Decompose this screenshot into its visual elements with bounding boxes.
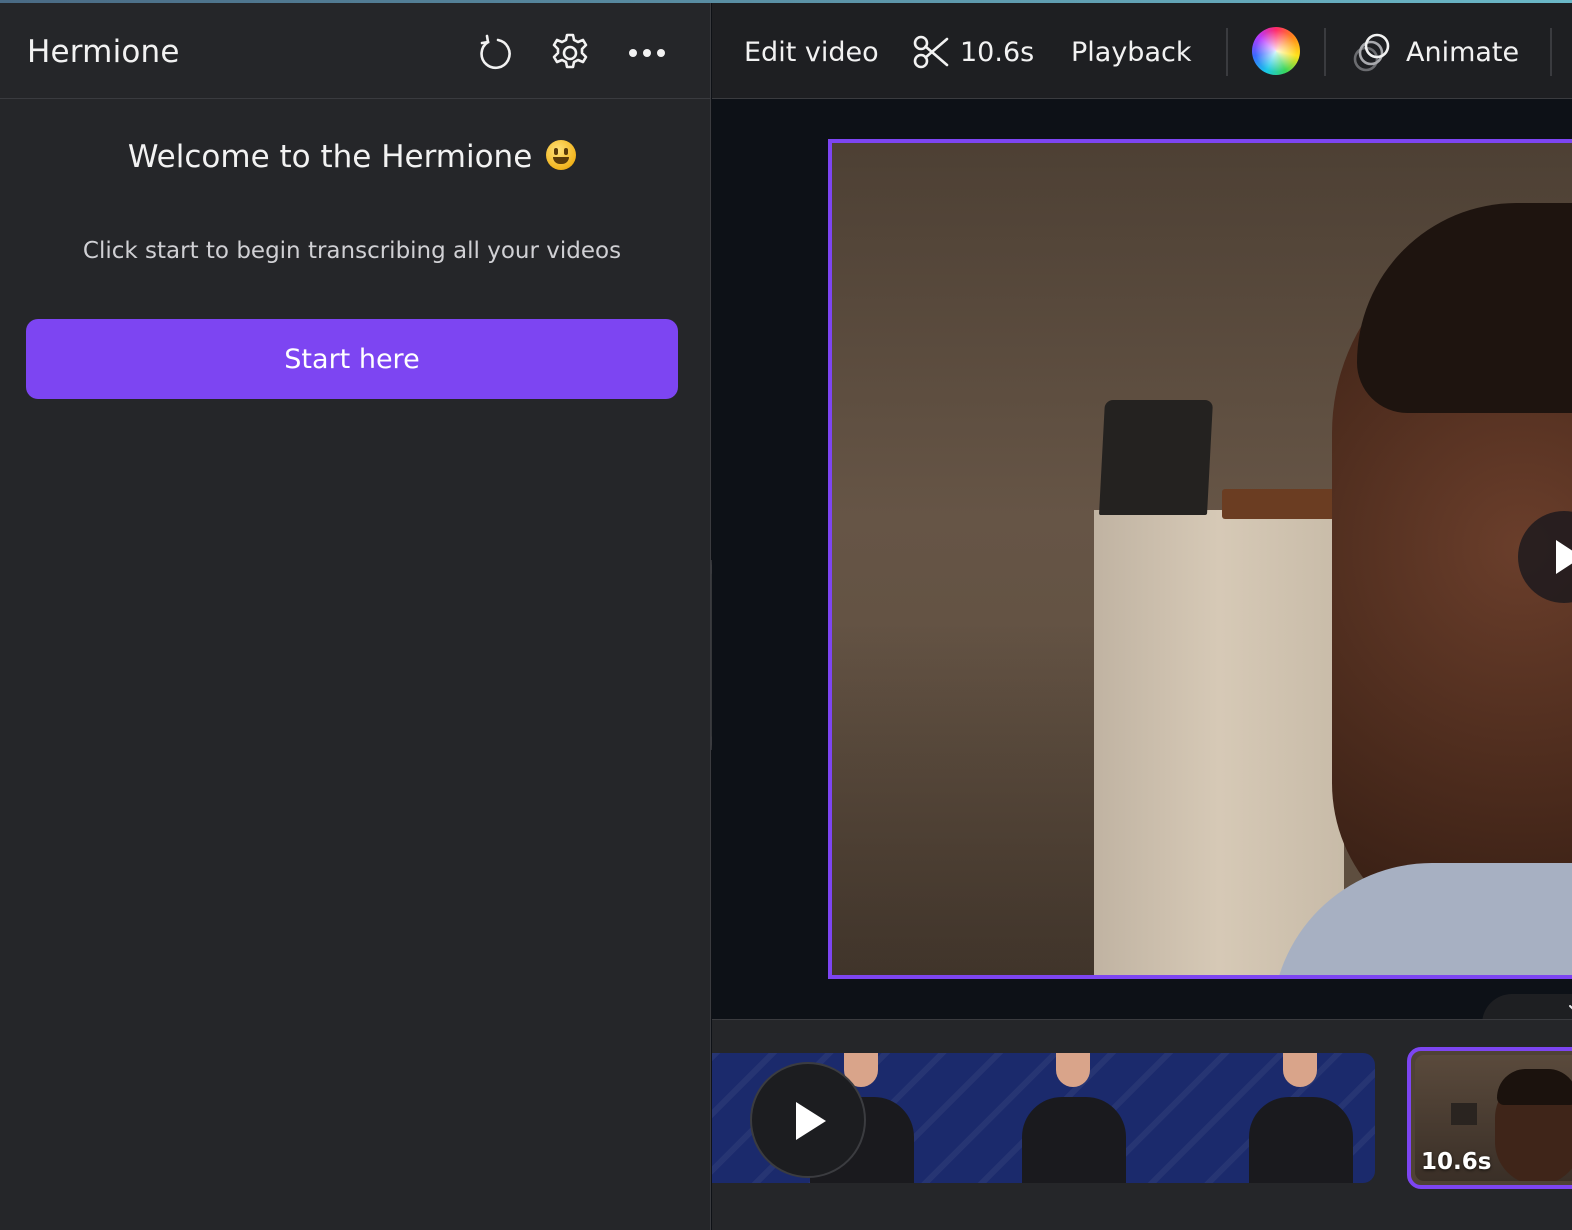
video-speaker-object [1098, 400, 1214, 515]
playback-button[interactable]: Playback [1071, 31, 1191, 73]
app-side-panel: Hermione Welcome to the Hermione Click s… [0, 3, 711, 1230]
animate-button[interactable]: Animate [1352, 31, 1519, 73]
refresh-icon[interactable] [472, 31, 516, 75]
welcome-text: Welcome to the Hermione [127, 139, 533, 175]
clip-thumbnail-person [1012, 1053, 1132, 1183]
video-device-object [1222, 489, 1340, 519]
video-shadow [832, 623, 1132, 975]
app-title: Hermione [27, 34, 180, 70]
edit-video-button[interactable]: Edit video [744, 31, 879, 73]
welcome-heading: Welcome to the Hermione [0, 139, 704, 175]
selected-video-frame[interactable] [828, 139, 1572, 979]
start-here-button[interactable]: Start here [26, 319, 678, 399]
editor-toolbar: Edit video 10.6s Playback Animate [712, 3, 1572, 99]
toolbar-divider [1324, 28, 1326, 76]
timeline-play-button[interactable] [750, 1062, 866, 1178]
more-icon[interactable] [625, 31, 669, 75]
timeline: 10.6s [712, 1019, 1572, 1230]
clip-duration: 10.6s [1421, 1149, 1492, 1175]
toolbar-divider [1550, 28, 1552, 76]
panel-header: Hermione [0, 3, 711, 99]
video-cabinet [1094, 510, 1344, 975]
toolbar-divider [1226, 28, 1228, 76]
editor-canvas [712, 99, 1572, 1024]
clip-thumbnail-person [1239, 1053, 1359, 1183]
scissors-icon [912, 33, 950, 71]
animate-icon [1352, 31, 1394, 73]
timeline-clip-2-selected[interactable]: 10.6s [1407, 1047, 1572, 1189]
color-wheel-icon[interactable] [1252, 27, 1300, 75]
animate-label: Animate [1406, 36, 1520, 68]
instruction-text: Click start to begin transcribing all yo… [82, 238, 622, 264]
gear-icon[interactable] [548, 31, 592, 75]
grinning-face-emoji-icon [546, 140, 577, 170]
trim-button[interactable]: 10.6s [912, 31, 1034, 73]
trim-duration: 10.6s [960, 36, 1035, 68]
